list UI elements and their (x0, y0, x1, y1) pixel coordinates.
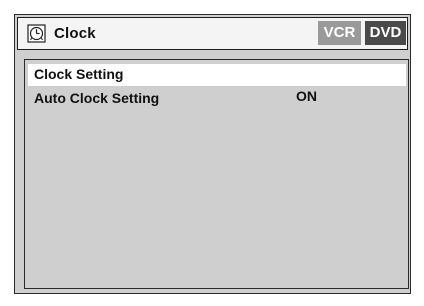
menu-item-value: ON (296, 88, 317, 104)
menu-title: Clock (54, 25, 96, 42)
dvd-badge: DVD (365, 21, 406, 45)
clock-menu-window: Clock VCR DVD Clock Setting Auto Clock S… (14, 14, 411, 294)
menu-item-auto-clock-setting[interactable]: Auto Clock Setting ON (28, 88, 406, 110)
menu-content: Clock Setting Auto Clock Setting ON (24, 59, 409, 289)
menu-item-clock-setting[interactable]: Clock Setting (28, 64, 406, 86)
menu-header: Clock VCR DVD (17, 17, 408, 50)
menu-item-label: Auto Clock Setting (34, 90, 160, 106)
menu-item-label: Clock Setting (34, 66, 124, 82)
vcr-badge: VCR (318, 21, 361, 45)
clock-icon (27, 24, 46, 43)
